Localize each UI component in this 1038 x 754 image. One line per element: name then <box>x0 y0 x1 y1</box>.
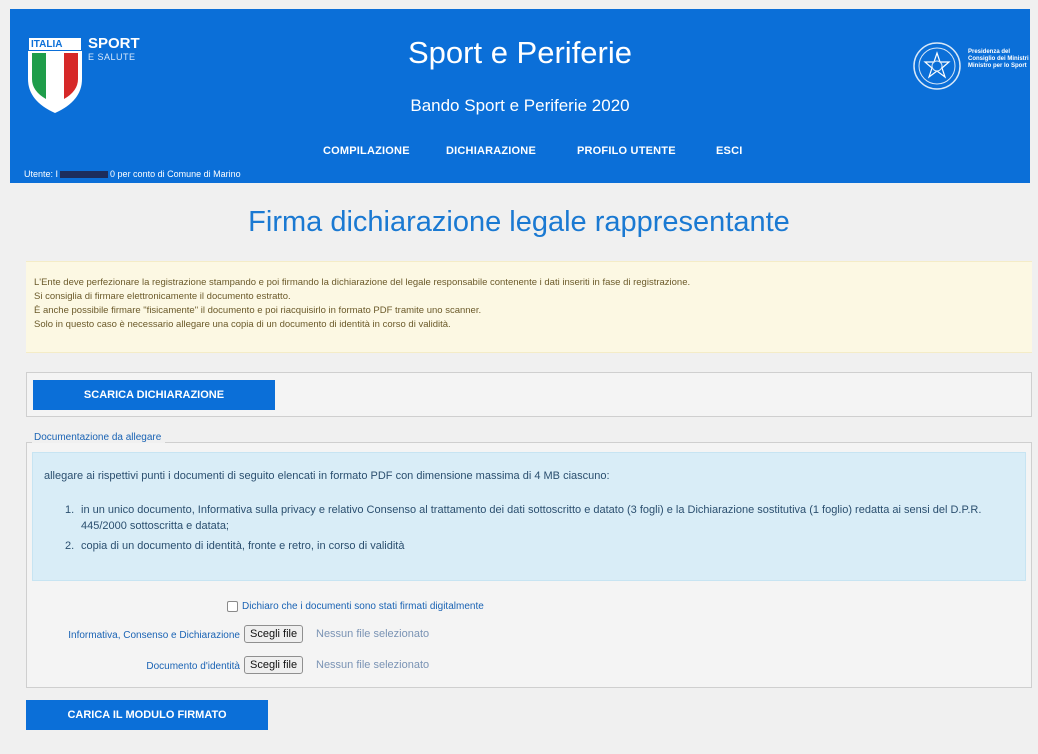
attachments-list: 1. in un unico documento, Informativa sul… <box>65 502 1021 554</box>
file-status: Nessun file selezionato <box>316 628 430 640</box>
list-item: 1. in un unico documento, Informativa sul… <box>65 504 982 532</box>
list-item: 2. copia di un documento di identità, fro… <box>65 540 405 552</box>
file-label-row: Informativa, Consenso e Dichiarazione <box>32 625 240 645</box>
file-label-row: Documento d'identità <box>32 656 240 676</box>
notice-line: Si consiglia di firmare elettronicamente… <box>34 291 291 302</box>
notice-line: È anche possibile firmare "fisicamente" … <box>34 305 482 316</box>
download-declaration-button[interactable]: SCARICA DICHIARAZIONE <box>33 380 275 410</box>
attachments-legend: Documentazione da allegare <box>32 432 166 443</box>
digital-signature-checkbox-row[interactable]: Dichiaro che i documenti sono stati firm… <box>227 601 484 612</box>
page-title: Firma dichiarazione legale rappresentant… <box>248 206 790 238</box>
site-subtitle: Bando Sport e Periferie 2020 <box>410 96 630 115</box>
notice-line: L'Ente deve perfezionare la registrazion… <box>34 277 691 288</box>
list-item-text: copia di un documento di identità, front… <box>81 540 405 552</box>
file-input-label: Informativa, Consenso e Dichiarazione <box>68 630 240 641</box>
main-nav: COMPILAZIONE DICHIARAZIONE PROFILO UTENT… <box>10 145 1030 161</box>
ministry-line: Presidenza del <box>968 49 1011 55</box>
ministry-line: Consiglio dei Ministri <box>968 56 1029 62</box>
list-item-text: in un unico documento, Informativa sulla… <box>81 504 982 532</box>
choose-file-button[interactable]: Scegli file <box>244 625 304 643</box>
checkbox-label[interactable]: Dichiaro che i documenti sono stati firm… <box>242 601 484 612</box>
user-prefix: Utente: <box>24 169 56 179</box>
attachments-intro: allegare ai rispettivi punti i documenti… <box>44 470 610 482</box>
user-entity: 0 per conto di Comune di Marino <box>110 169 241 179</box>
nav-dichiarazione[interactable]: DICHIARAZIONE <box>446 145 536 157</box>
file-status: Nessun file selezionato <box>316 659 430 671</box>
ministry-line: Ministro per lo Sport <box>968 63 1027 69</box>
file-input-label: Documento d'identità <box>146 661 240 672</box>
site-header: ITALIA SPORT E SALUTE Sport e Periferie … <box>10 9 1030 183</box>
choose-file-button[interactable]: Scegli file <box>244 656 304 674</box>
site-title: Sport e Periferie <box>408 35 632 70</box>
nav-esci[interactable]: ESCI <box>716 145 742 157</box>
user-info: Utente: I 0 per conto di Comune di Marino <box>24 169 241 179</box>
notice-line: Solo in questo caso è necessario allegar… <box>34 319 451 330</box>
user-initial: I <box>55 169 59 179</box>
nav-profilo-utente[interactable]: PROFILO UTENTE <box>577 145 676 157</box>
republic-emblem-icon <box>913 42 961 90</box>
digital-signature-checkbox[interactable] <box>227 601 238 612</box>
ministry-text: Presidenza del Consiglio dei Ministri Mi… <box>968 49 1038 70</box>
ministry-logo: Presidenza del Consiglio dei Ministri Mi… <box>912 37 1038 101</box>
warning-notice: L'Ente deve perfezionare la registrazion… <box>26 261 1032 353</box>
nav-compilazione[interactable]: COMPILAZIONE <box>323 145 410 157</box>
upload-signed-form-button[interactable]: CARICA IL MODULO FIRMATO <box>26 700 268 730</box>
attachments-info-box: allegare ai rispettivi punti i documenti… <box>32 452 1026 581</box>
redacted-username <box>60 171 109 179</box>
